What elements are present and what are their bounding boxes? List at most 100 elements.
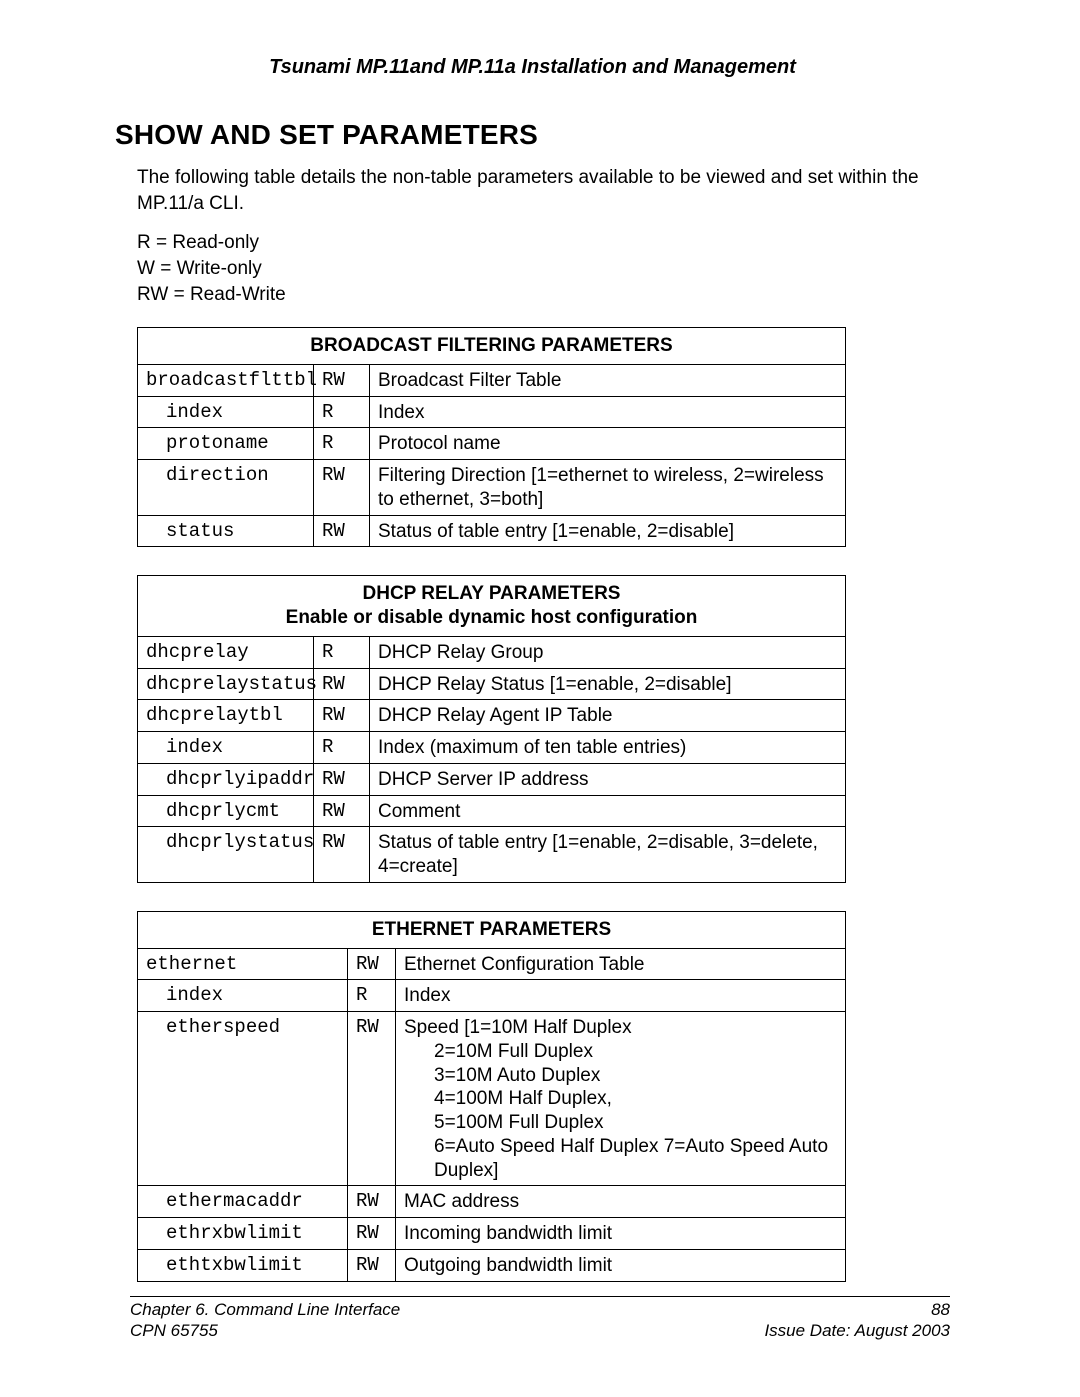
footer-left-bottom: CPN 65755	[130, 1320, 218, 1341]
param-rw: RW	[314, 700, 370, 732]
table-row: etherspeed RW Speed [1=10M Half Duplex 2…	[138, 1012, 846, 1186]
table-row: dhcprelaytbl RW DHCP Relay Agent IP Tabl…	[138, 700, 846, 732]
param-desc: Index	[370, 396, 846, 428]
document-header: Tsunami MP.11and MP.11a Installation and…	[115, 56, 950, 79]
param-name: index	[138, 980, 348, 1012]
param-desc: DHCP Relay Group	[370, 636, 846, 668]
footer-right-top: 88	[931, 1299, 950, 1320]
footer-rule	[130, 1296, 950, 1297]
table-title-main: DHCP RELAY PARAMETERS	[363, 583, 621, 604]
legend-rw: RW = Read-Write	[137, 282, 950, 308]
param-rw: RW	[348, 1012, 396, 1186]
table-row: index R Index	[138, 980, 846, 1012]
speed-line: 2=10M Full Duplex	[404, 1040, 837, 1064]
param-rw: R	[314, 428, 370, 460]
param-rw: RW	[348, 948, 396, 980]
param-rw: RW	[348, 1218, 396, 1250]
param-rw: RW	[314, 827, 370, 883]
table-row: broadcastflttbl RW Broadcast Filter Tabl…	[138, 364, 846, 396]
param-rw: RW	[314, 795, 370, 827]
speed-line: 5=100M Full Duplex	[404, 1111, 837, 1135]
param-name: index	[138, 396, 314, 428]
table-dhcp-relay: DHCP RELAY PARAMETERS Enable or disable …	[137, 575, 846, 883]
param-rw: R	[314, 636, 370, 668]
param-name: dhcprelaystatus	[138, 668, 314, 700]
param-name: dhcprelay	[138, 636, 314, 668]
param-name: index	[138, 732, 314, 764]
param-rw: RW	[348, 1186, 396, 1218]
param-rw: RW	[314, 668, 370, 700]
param-desc: Status of table entry [1=enable, 2=disab…	[370, 515, 846, 547]
param-desc: Ethernet Configuration Table	[396, 948, 846, 980]
footer-right-bottom: Issue Date: August 2003	[764, 1320, 950, 1341]
table-row: dhcprelaystatus RW DHCP Relay Status [1=…	[138, 668, 846, 700]
param-desc: MAC address	[396, 1186, 846, 1218]
param-name: dhcprlyipaddr	[138, 763, 314, 795]
param-desc: Broadcast Filter Table	[370, 364, 846, 396]
param-desc: Speed [1=10M Half Duplex 2=10M Full Dupl…	[396, 1012, 846, 1186]
param-desc: Index (maximum of ten table entries)	[370, 732, 846, 764]
table-row: ethermacaddr RW MAC address	[138, 1186, 846, 1218]
table-row: dhcprelay R DHCP Relay Group	[138, 636, 846, 668]
speed-line: 3=10M Auto Duplex	[404, 1064, 837, 1088]
speed-line: 4=100M Half Duplex,	[404, 1087, 837, 1111]
legend-block: R = Read-only W = Write-only RW = Read-W…	[137, 230, 950, 307]
param-rw: RW	[314, 460, 370, 516]
table-title: BROADCAST FILTERING PARAMETERS	[138, 328, 846, 365]
param-desc: Protocol name	[370, 428, 846, 460]
table-row: index R Index (maximum of ten table entr…	[138, 732, 846, 764]
param-name: dhcprlycmt	[138, 795, 314, 827]
param-name: dhcprlystatus	[138, 827, 314, 883]
param-desc: DHCP Relay Status [1=enable, 2=disable]	[370, 668, 846, 700]
param-rw: RW	[314, 364, 370, 396]
table-subtitle: Enable or disable dynamic host configura…	[146, 606, 837, 630]
table-broadcast-filtering: BROADCAST FILTERING PARAMETERS broadcast…	[137, 327, 846, 547]
table-ethernet: ETHERNET PARAMETERS ethernet RW Ethernet…	[137, 911, 846, 1282]
table-row: ethernet RW Ethernet Configuration Table	[138, 948, 846, 980]
table-row: ethtxbwlimit RW Outgoing bandwidth limit	[138, 1249, 846, 1281]
table-row: ethrxbwlimit RW Incoming bandwidth limit	[138, 1218, 846, 1250]
page-footer: Chapter 6. Command Line Interface 88 CPN…	[130, 1296, 950, 1342]
section-title: SHOW AND SET PARAMETERS	[115, 119, 950, 151]
param-name: status	[138, 515, 314, 547]
param-desc: Index	[396, 980, 846, 1012]
param-name: ethtxbwlimit	[138, 1249, 348, 1281]
speed-line: Speed [1=10M Half Duplex	[404, 1017, 632, 1038]
param-name: broadcastflttbl	[138, 364, 314, 396]
param-name: dhcprelaytbl	[138, 700, 314, 732]
param-name: protoname	[138, 428, 314, 460]
param-desc: DHCP Relay Agent IP Table	[370, 700, 846, 732]
legend-r: R = Read-only	[137, 230, 950, 256]
param-name: direction	[138, 460, 314, 516]
param-rw: R	[314, 396, 370, 428]
footer-left-top: Chapter 6. Command Line Interface	[130, 1299, 400, 1320]
table-header-row: ETHERNET PARAMETERS	[138, 911, 846, 948]
table-header-row: DHCP RELAY PARAMETERS Enable or disable …	[138, 576, 846, 637]
param-rw: R	[314, 732, 370, 764]
param-name: ethernet	[138, 948, 348, 980]
document-page: Tsunami MP.11and MP.11a Installation and…	[0, 0, 1080, 1397]
intro-paragraph: The following table details the non-tabl…	[137, 165, 950, 216]
table-row: status RW Status of table entry [1=enabl…	[138, 515, 846, 547]
param-name: etherspeed	[138, 1012, 348, 1186]
param-name: ethermacaddr	[138, 1186, 348, 1218]
speed-line: 6=Auto Speed Half Duplex 7=Auto Speed Au…	[404, 1135, 837, 1183]
param-rw: RW	[314, 763, 370, 795]
table-row: index R Index	[138, 396, 846, 428]
param-name: ethrxbwlimit	[138, 1218, 348, 1250]
table-row: dhcprlyipaddr RW DHCP Server IP address	[138, 763, 846, 795]
param-desc: Comment	[370, 795, 846, 827]
table-row: dhcprlystatus RW Status of table entry […	[138, 827, 846, 883]
param-desc: Status of table entry [1=enable, 2=disab…	[370, 827, 846, 883]
table-header-row: BROADCAST FILTERING PARAMETERS	[138, 328, 846, 365]
param-rw: RW	[314, 515, 370, 547]
param-desc: Outgoing bandwidth limit	[396, 1249, 846, 1281]
param-rw: RW	[348, 1249, 396, 1281]
table-row: direction RW Filtering Direction [1=ethe…	[138, 460, 846, 516]
param-rw: R	[348, 980, 396, 1012]
table-row: dhcprlycmt RW Comment	[138, 795, 846, 827]
table-title: DHCP RELAY PARAMETERS Enable or disable …	[138, 576, 846, 637]
param-desc: Filtering Direction [1=ethernet to wirel…	[370, 460, 846, 516]
legend-w: W = Write-only	[137, 256, 950, 282]
table-title: ETHERNET PARAMETERS	[138, 911, 846, 948]
